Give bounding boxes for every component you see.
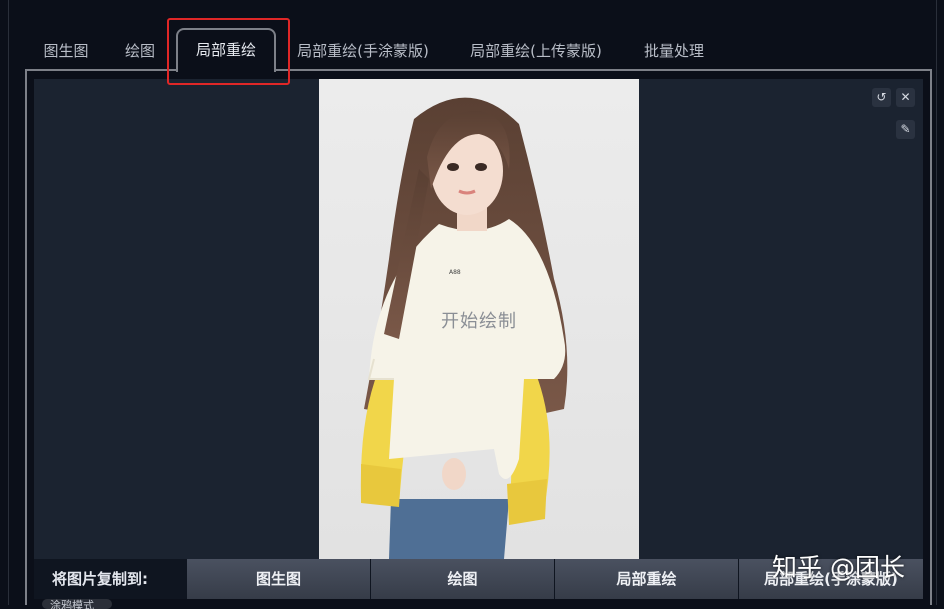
tab-batch[interactable]: 批量处理 — [636, 30, 712, 70]
inpaint-canvas[interactable]: A88 开始绘制 ↺ ✕ ✎ — [34, 79, 923, 559]
undo-icon: ↺ — [876, 90, 887, 104]
tab-img2img[interactable]: 图生图 — [32, 30, 100, 70]
tab-bar: 图生图 绘图 局部重绘 局部重绘(手涂蒙版) 局部重绘(上传蒙版) 批量处理 — [24, 28, 934, 72]
frame-left-border — [8, 0, 9, 605]
close-icon: ✕ — [900, 90, 911, 104]
brush-button[interactable]: ✎ — [896, 120, 915, 139]
mode-pill[interactable]: 涂鸦模式 — [42, 599, 112, 609]
copy-to-sketch-button[interactable]: 绘图 — [371, 559, 554, 599]
frame-right-border — [936, 0, 937, 605]
tab-inpaint-upload[interactable]: 局部重绘(上传蒙版) — [461, 30, 611, 70]
tab-inpaint[interactable]: 局部重绘 — [176, 28, 276, 72]
tab-sketch[interactable]: 绘图 — [116, 30, 164, 70]
copy-to-inpaint-button[interactable]: 局部重绘 — [555, 559, 738, 599]
shirt-print: A88 — [449, 269, 461, 276]
tab-inpaint-sketch[interactable]: 局部重绘(手涂蒙版) — [288, 30, 438, 70]
copy-to-label: 将图片复制到: — [52, 570, 148, 588]
brush-icon: ✎ — [900, 122, 911, 136]
uploaded-image[interactable]: A88 开始绘制 — [319, 79, 639, 559]
start-drawing-hint: 开始绘制 — [441, 311, 517, 332]
undo-button[interactable]: ↺ — [872, 88, 891, 107]
copy-to-img2img-button[interactable]: 图生图 — [187, 559, 370, 599]
watermark: 知乎 @团长 — [772, 553, 905, 582]
clear-button[interactable]: ✕ — [896, 88, 915, 107]
